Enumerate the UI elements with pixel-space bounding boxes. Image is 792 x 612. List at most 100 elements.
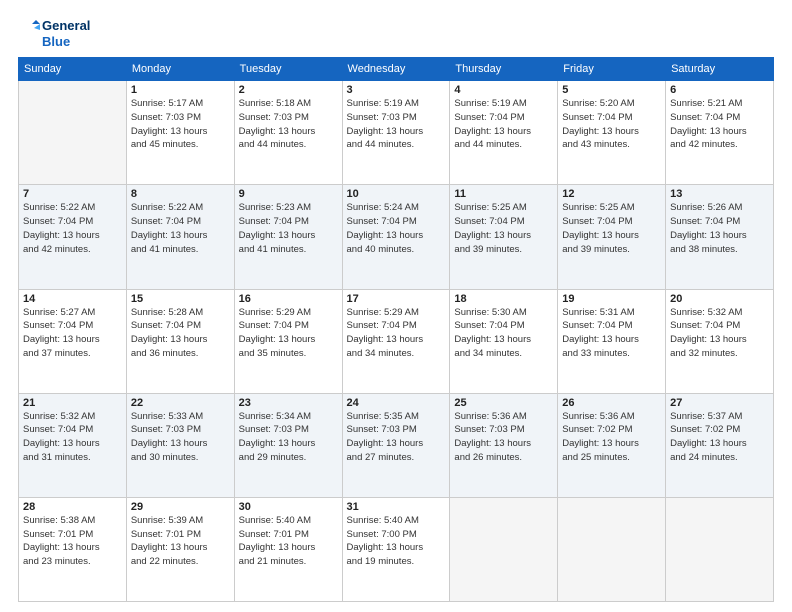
calendar-day: 4Sunrise: 5:19 AM Sunset: 7:04 PM Daylig… xyxy=(450,81,558,185)
day-number: 6 xyxy=(670,84,769,96)
page-header: General Blue xyxy=(18,18,774,49)
calendar-day: 25Sunrise: 5:36 AM Sunset: 7:03 PM Dayli… xyxy=(450,393,558,497)
calendar-week-4: 28Sunrise: 5:38 AM Sunset: 7:01 PM Dayli… xyxy=(19,497,774,601)
day-number: 29 xyxy=(131,501,230,513)
day-number: 24 xyxy=(347,397,446,409)
calendar-week-3: 21Sunrise: 5:32 AM Sunset: 7:04 PM Dayli… xyxy=(19,393,774,497)
day-number: 9 xyxy=(239,188,338,200)
day-info: Sunrise: 5:34 AM Sunset: 7:03 PM Dayligh… xyxy=(239,410,338,465)
calendar-day: 8Sunrise: 5:22 AM Sunset: 7:04 PM Daylig… xyxy=(126,185,234,289)
calendar-day: 15Sunrise: 5:28 AM Sunset: 7:04 PM Dayli… xyxy=(126,289,234,393)
calendar-header-row: SundayMondayTuesdayWednesdayThursdayFrid… xyxy=(19,58,774,81)
day-info: Sunrise: 5:23 AM Sunset: 7:04 PM Dayligh… xyxy=(239,201,338,256)
day-number: 2 xyxy=(239,84,338,96)
day-number: 20 xyxy=(670,293,769,305)
day-number: 23 xyxy=(239,397,338,409)
calendar-day: 24Sunrise: 5:35 AM Sunset: 7:03 PM Dayli… xyxy=(342,393,450,497)
calendar-day: 23Sunrise: 5:34 AM Sunset: 7:03 PM Dayli… xyxy=(234,393,342,497)
day-number: 17 xyxy=(347,293,446,305)
day-info: Sunrise: 5:36 AM Sunset: 7:02 PM Dayligh… xyxy=(562,410,661,465)
day-number: 26 xyxy=(562,397,661,409)
col-header-monday: Monday xyxy=(126,58,234,81)
day-info: Sunrise: 5:40 AM Sunset: 7:00 PM Dayligh… xyxy=(347,514,446,569)
day-number: 12 xyxy=(562,188,661,200)
calendar-day xyxy=(666,497,774,601)
calendar-day: 31Sunrise: 5:40 AM Sunset: 7:00 PM Dayli… xyxy=(342,497,450,601)
day-number: 13 xyxy=(670,188,769,200)
day-number: 3 xyxy=(347,84,446,96)
calendar-day: 26Sunrise: 5:36 AM Sunset: 7:02 PM Dayli… xyxy=(558,393,666,497)
day-info: Sunrise: 5:35 AM Sunset: 7:03 PM Dayligh… xyxy=(347,410,446,465)
calendar-day: 11Sunrise: 5:25 AM Sunset: 7:04 PM Dayli… xyxy=(450,185,558,289)
day-info: Sunrise: 5:29 AM Sunset: 7:04 PM Dayligh… xyxy=(239,306,338,361)
day-number: 4 xyxy=(454,84,553,96)
logo-text: General Blue xyxy=(42,18,90,49)
day-number: 15 xyxy=(131,293,230,305)
day-info: Sunrise: 5:24 AM Sunset: 7:04 PM Dayligh… xyxy=(347,201,446,256)
calendar-week-2: 14Sunrise: 5:27 AM Sunset: 7:04 PM Dayli… xyxy=(19,289,774,393)
calendar-week-1: 7 Sunrise: 5:22 AM Sunset: 7:04 PM Daylig… xyxy=(19,185,774,289)
calendar-day: 19Sunrise: 5:31 AM Sunset: 7:04 PM Dayli… xyxy=(558,289,666,393)
calendar-day: 13Sunrise: 5:26 AM Sunset: 7:04 PM Dayli… xyxy=(666,185,774,289)
day-info: Sunrise: 5:18 AM Sunset: 7:03 PM Dayligh… xyxy=(239,97,338,152)
calendar-day: 1Sunrise: 5:17 AM Sunset: 7:03 PM Daylig… xyxy=(126,81,234,185)
day-info: Sunrise: 5:22 AM Sunset: 7:04 PM Dayligh… xyxy=(131,201,230,256)
day-info: Sunrise: 5:19 AM Sunset: 7:03 PM Dayligh… xyxy=(347,97,446,152)
day-number: 5 xyxy=(562,84,661,96)
day-number: 1 xyxy=(131,84,230,96)
calendar-day: 7Sunrise: 5:22 AM Sunset: 7:04 PM Daylig… xyxy=(19,185,127,289)
calendar-day xyxy=(450,497,558,601)
day-info: Sunrise: 5:25 AM Sunset: 7:04 PM Dayligh… xyxy=(562,201,661,256)
calendar-day: 17Sunrise: 5:29 AM Sunset: 7:04 PM Dayli… xyxy=(342,289,450,393)
calendar-day: 12Sunrise: 5:25 AM Sunset: 7:04 PM Dayli… xyxy=(558,185,666,289)
day-number: 19 xyxy=(562,293,661,305)
col-header-thursday: Thursday xyxy=(450,58,558,81)
col-header-sunday: Sunday xyxy=(19,58,127,81)
day-number: 7 xyxy=(23,188,122,200)
day-info: Sunrise: 5:17 AM Sunset: 7:03 PM Dayligh… xyxy=(131,97,230,152)
day-info: Sunrise: 5:26 AM Sunset: 7:04 PM Dayligh… xyxy=(670,201,769,256)
day-info: Sunrise: 5:40 AM Sunset: 7:01 PM Dayligh… xyxy=(239,514,338,569)
day-info: Sunrise: 5:21 AM Sunset: 7:04 PM Dayligh… xyxy=(670,97,769,152)
calendar-day: 21Sunrise: 5:32 AM Sunset: 7:04 PM Dayli… xyxy=(19,393,127,497)
day-info: Sunrise: 5:25 AM Sunset: 7:04 PM Dayligh… xyxy=(454,201,553,256)
day-info: Sunrise: 5:27 AM Sunset: 7:04 PM Dayligh… xyxy=(23,306,122,361)
calendar-day xyxy=(558,497,666,601)
day-number: 10 xyxy=(347,188,446,200)
day-number: 11 xyxy=(454,188,553,200)
calendar-day: 16Sunrise: 5:29 AM Sunset: 7:04 PM Dayli… xyxy=(234,289,342,393)
calendar-day: 2Sunrise: 5:18 AM Sunset: 7:03 PM Daylig… xyxy=(234,81,342,185)
day-info: Sunrise: 5:31 AM Sunset: 7:04 PM Dayligh… xyxy=(562,306,661,361)
col-header-wednesday: Wednesday xyxy=(342,58,450,81)
day-info: Sunrise: 5:30 AM Sunset: 7:04 PM Dayligh… xyxy=(454,306,553,361)
calendar-table: SundayMondayTuesdayWednesdayThursdayFrid… xyxy=(18,57,774,602)
day-info: Sunrise: 5:19 AM Sunset: 7:04 PM Dayligh… xyxy=(454,97,553,152)
calendar-day: 5Sunrise: 5:20 AM Sunset: 7:04 PM Daylig… xyxy=(558,81,666,185)
calendar-day: 3Sunrise: 5:19 AM Sunset: 7:03 PM Daylig… xyxy=(342,81,450,185)
logo-container: General Blue xyxy=(18,18,90,49)
col-header-friday: Friday xyxy=(558,58,666,81)
calendar-day: 22Sunrise: 5:33 AM Sunset: 7:03 PM Dayli… xyxy=(126,393,234,497)
day-info: Sunrise: 5:36 AM Sunset: 7:03 PM Dayligh… xyxy=(454,410,553,465)
calendar-day: 6Sunrise: 5:21 AM Sunset: 7:04 PM Daylig… xyxy=(666,81,774,185)
col-header-saturday: Saturday xyxy=(666,58,774,81)
day-number: 25 xyxy=(454,397,553,409)
calendar-day: 9Sunrise: 5:23 AM Sunset: 7:04 PM Daylig… xyxy=(234,185,342,289)
day-number: 31 xyxy=(347,501,446,513)
calendar-day: 14Sunrise: 5:27 AM Sunset: 7:04 PM Dayli… xyxy=(19,289,127,393)
day-number: 14 xyxy=(23,293,122,305)
day-number: 28 xyxy=(23,501,122,513)
day-info: Sunrise: 5:37 AM Sunset: 7:02 PM Dayligh… xyxy=(670,410,769,465)
logo-bird-icon xyxy=(18,20,40,48)
calendar-day: 28Sunrise: 5:38 AM Sunset: 7:01 PM Dayli… xyxy=(19,497,127,601)
day-info: Sunrise: 5:32 AM Sunset: 7:04 PM Dayligh… xyxy=(670,306,769,361)
day-number: 21 xyxy=(23,397,122,409)
day-info: Sunrise: 5:32 AM Sunset: 7:04 PM Dayligh… xyxy=(23,410,122,465)
calendar-day: 29Sunrise: 5:39 AM Sunset: 7:01 PM Dayli… xyxy=(126,497,234,601)
day-number: 8 xyxy=(131,188,230,200)
day-info: Sunrise: 5:29 AM Sunset: 7:04 PM Dayligh… xyxy=(347,306,446,361)
day-number: 27 xyxy=(670,397,769,409)
col-header-tuesday: Tuesday xyxy=(234,58,342,81)
day-number: 22 xyxy=(131,397,230,409)
calendar-week-0: 1Sunrise: 5:17 AM Sunset: 7:03 PM Daylig… xyxy=(19,81,774,185)
